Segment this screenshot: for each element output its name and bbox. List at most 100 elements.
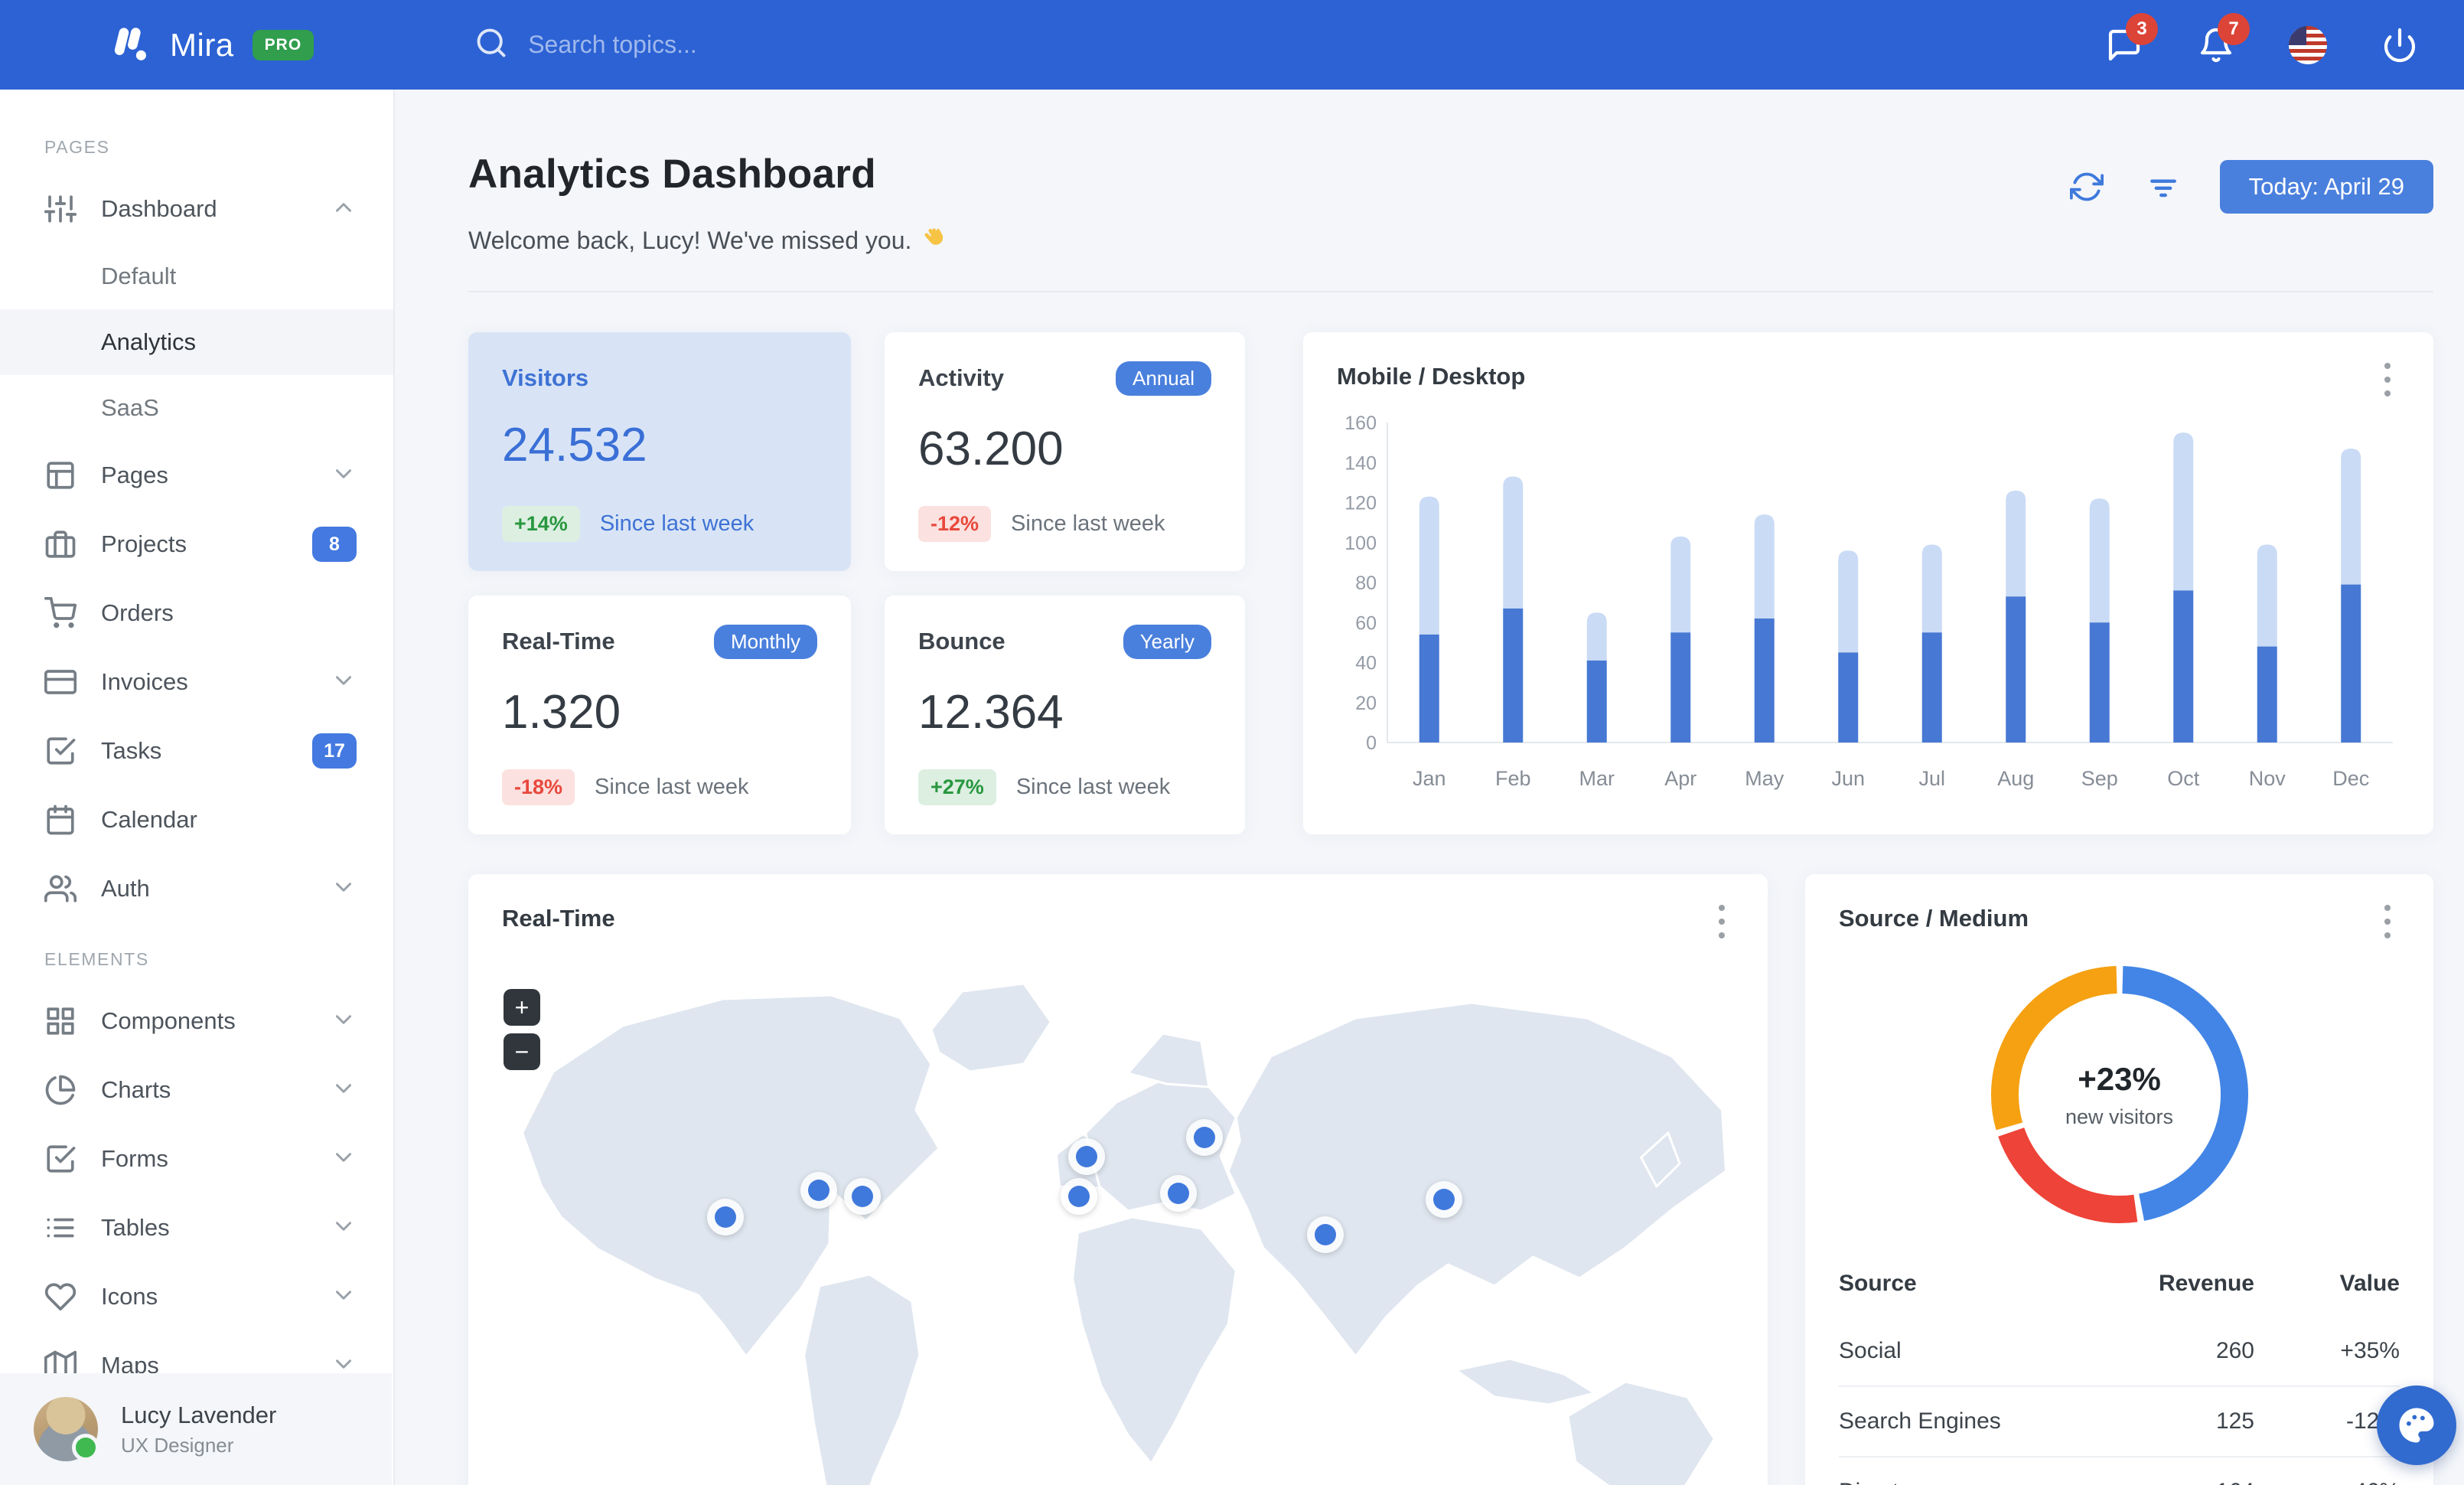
card-menu-button[interactable] <box>1705 902 1739 942</box>
stat-note: Since last week <box>1015 775 1171 799</box>
credit-card-icon <box>44 666 77 698</box>
sidebar-subitem-default[interactable]: Default <box>0 243 393 309</box>
stat-cards: Visitors 24.532 +14% Since last week Act… <box>468 332 1245 834</box>
bar-desktop <box>2006 490 2026 597</box>
sidebar-item-dashboard[interactable]: Dashboard <box>0 175 393 243</box>
messages-count-badge: 3 <box>2126 12 2158 45</box>
map-zoom-controls: + − <box>504 989 540 1070</box>
wave-hand-icon <box>922 224 950 257</box>
bar-mobile <box>2257 646 2277 742</box>
bar-desktop <box>1838 550 1859 653</box>
cell-source: Direct <box>1839 1456 2063 1485</box>
sidebar-item-components[interactable]: Components <box>0 987 393 1056</box>
sidebar-item-orders[interactable]: Orders <box>0 579 393 648</box>
table-row: Search Engines 125 -12% <box>1839 1385 2400 1457</box>
check-square-icon <box>44 1143 77 1175</box>
sidebar-item-tasks[interactable]: Tasks 17 <box>0 716 393 785</box>
stat-value: 12.364 <box>918 686 1064 739</box>
sidebar-item-icons[interactable]: Icons <box>0 1262 393 1331</box>
sidebar-item-label: Tables <box>101 1214 170 1241</box>
stat-note: Since last week <box>599 511 755 536</box>
refresh-button[interactable] <box>2067 167 2107 207</box>
sidebar-subitem-analytics[interactable]: Analytics <box>0 309 393 375</box>
messages-button[interactable]: 3 <box>2103 12 2158 67</box>
source-medium-card: Source / Medium +23% new visitors Source… <box>1805 874 2433 1485</box>
stat-delta-chip: +14% <box>502 506 580 542</box>
map-visitor-marker <box>1067 1138 1105 1175</box>
bar-mobile <box>2173 590 2194 742</box>
sidebar-item-projects[interactable]: Projects 8 <box>0 510 393 579</box>
donut-slice <box>1990 966 2117 1131</box>
map-visitor-marker <box>1307 1216 1344 1253</box>
language-flag-button[interactable] <box>2286 24 2329 67</box>
sidebar-item-calendar[interactable]: Calendar <box>0 785 393 854</box>
bar-mobile <box>1670 632 1691 742</box>
sidebar-item-forms[interactable]: Forms <box>0 1124 393 1193</box>
header-actions: Today: April 29 <box>2067 160 2433 214</box>
map-visitor-marker <box>1185 1119 1223 1156</box>
bar-desktop <box>2089 498 2110 623</box>
sidebar-user[interactable]: Lucy Lavender UX Designer <box>0 1373 392 1485</box>
chevron-down-icon <box>331 1075 357 1105</box>
sidebar-item-tables[interactable]: Tables <box>0 1193 393 1262</box>
world-map-shapes <box>521 982 1728 1485</box>
donut-slice <box>1997 1127 2137 1223</box>
sidebar-item-label: Calendar <box>101 806 197 833</box>
brand[interactable]: Mira PRO <box>107 21 315 69</box>
map-zoom-in-button[interactable]: + <box>504 989 540 1026</box>
col-revenue: Revenue <box>2158 1271 2254 1296</box>
bar-mobile <box>1754 618 1775 742</box>
header-divider <box>468 291 2433 292</box>
chevron-down-icon <box>331 1213 357 1243</box>
y-axis-tick-label: 80 <box>1355 573 1377 594</box>
bar-mobile <box>2006 596 2026 742</box>
sidebar-subitem-saas[interactable]: SaaS <box>0 375 393 441</box>
bar-mobile <box>2341 584 2361 742</box>
check-square-icon <box>44 735 77 767</box>
y-axis-tick-label: 60 <box>1355 612 1377 634</box>
y-axis-tick-label: 120 <box>1344 493 1377 514</box>
sidebar-item-label: Icons <box>101 1283 158 1310</box>
filter-button[interactable] <box>2143 167 2183 207</box>
today-date-button[interactable]: Today: April 29 <box>2219 160 2433 214</box>
stat-delta-chip: +27% <box>918 769 996 805</box>
stat-value: 1.320 <box>502 686 621 739</box>
stat-value: 63.200 <box>918 423 1064 475</box>
map-zoom-out-button[interactable]: − <box>504 1033 540 1070</box>
cell-revenue: 164 <box>2063 1456 2254 1485</box>
x-axis-month-label: Apr <box>1664 767 1696 790</box>
donut-slice <box>2121 966 2248 1221</box>
sidebar-item-auth[interactable]: Auth <box>0 854 393 923</box>
brand-name: Mira <box>170 26 234 63</box>
map-visitor-marker <box>1060 1178 1097 1215</box>
sidebar-item-pages[interactable]: Pages <box>0 441 393 510</box>
stat-period-badge[interactable]: Yearly <box>1123 625 1211 659</box>
bar-desktop <box>1503 476 1524 609</box>
mobile-desktop-card: Mobile / Desktop 160 140 120 100 80 60 40 20 0 Ja… <box>1303 332 2433 834</box>
card-menu-button[interactable] <box>2371 360 2404 400</box>
theme-settings-fab[interactable] <box>2377 1385 2456 1465</box>
sidebar-item-charts[interactable]: Charts <box>0 1056 393 1124</box>
stat-card: Real-Time Monthly 1.320 -18% Since last … <box>468 596 851 834</box>
sidebar-item-label: Dashboard <box>101 195 217 222</box>
stat-title: Bounce <box>918 628 1005 654</box>
sign-out-button[interactable] <box>2378 24 2421 67</box>
bar-mobile <box>1586 660 1607 742</box>
map-title: Real-Time <box>502 905 615 932</box>
sidebar-item-label: Orders <box>101 599 174 626</box>
bar-mobile <box>2089 622 2110 742</box>
sidebar-item-label: Projects <box>101 530 187 557</box>
sidebar-item-invoices[interactable]: Invoices <box>0 648 393 716</box>
sidebar-section-label: PAGES <box>44 137 110 157</box>
sidebar-subitem-label: Analytics <box>101 328 197 355</box>
card-menu-button[interactable] <box>2371 902 2404 942</box>
stat-period-badge[interactable]: Monthly <box>713 625 817 659</box>
briefcase-icon <box>44 528 77 560</box>
notifications-button[interactable]: 7 <box>2195 12 2250 67</box>
bar-mobile <box>1921 632 1942 742</box>
user-role: UX Designer <box>121 1433 234 1457</box>
stat-period-badge[interactable]: Annual <box>1116 361 1211 396</box>
map-visitor-marker <box>1159 1175 1197 1212</box>
calendar-icon <box>44 804 77 836</box>
search-input[interactable] <box>528 31 957 59</box>
